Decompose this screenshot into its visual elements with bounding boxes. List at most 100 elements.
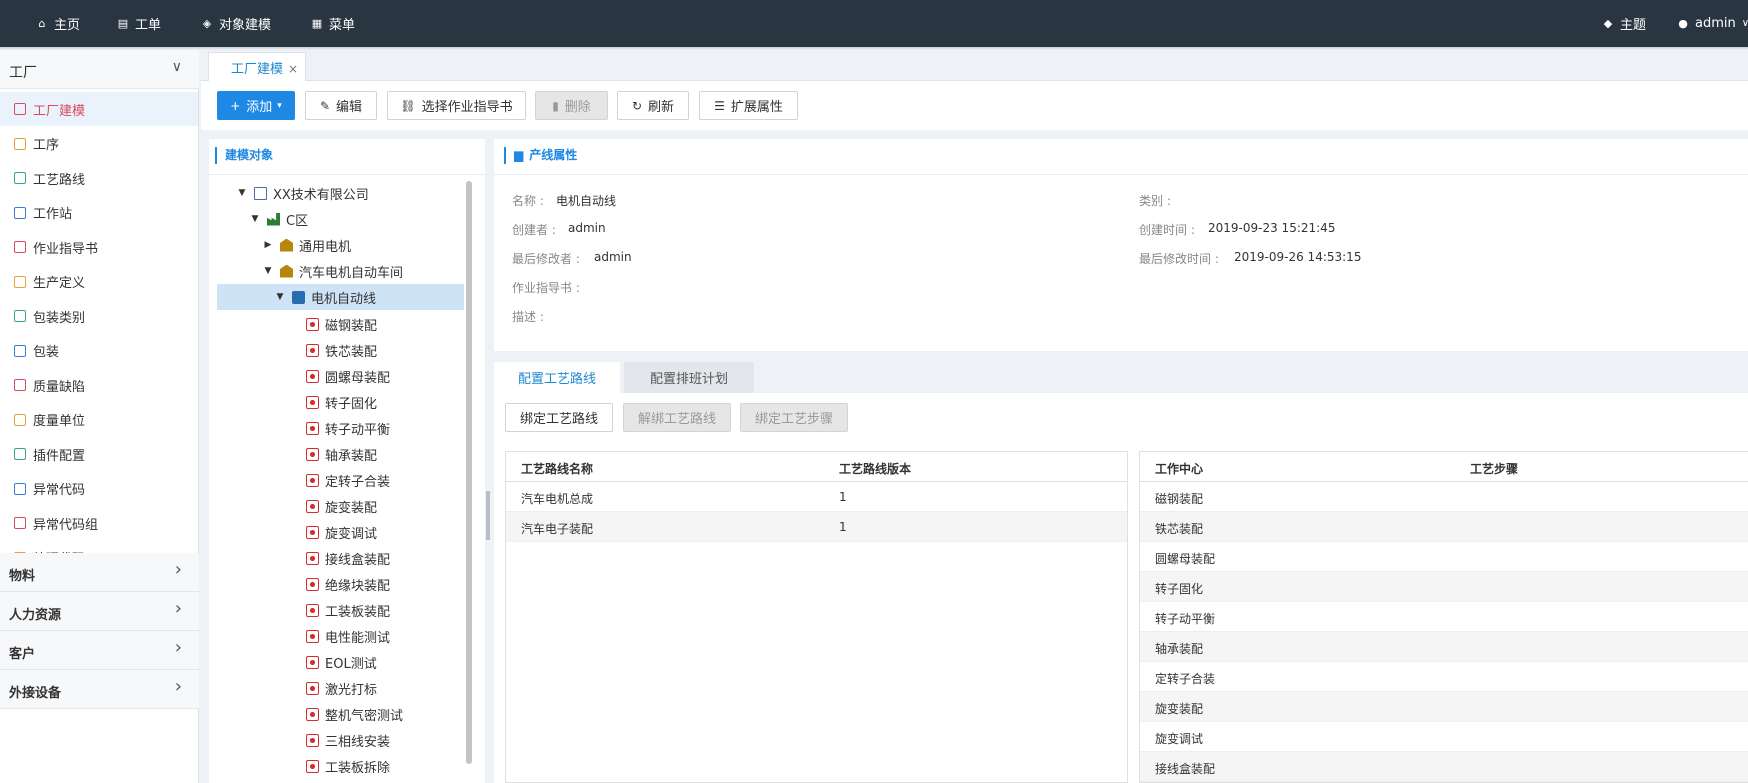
sidebar-item[interactable]: 工序 [0, 127, 198, 161]
tree-node[interactable]: 工装板拆除 [288, 753, 390, 779]
tree-node[interactable]: 绝缘块装配 [288, 571, 390, 597]
nav-user[interactable]: ● admin ∨ [1677, 0, 1748, 47]
sidebar-item[interactable]: 异常代码组 [0, 506, 198, 540]
table-row[interactable]: 旋变装配 [1140, 692, 1748, 722]
op-icon [306, 317, 319, 331]
modified-time-label: 最后修改时间 : [1139, 252, 1219, 266]
table-row[interactable]: 定转子合装 [1140, 662, 1748, 692]
sidebar-item[interactable]: 异常代码 [0, 472, 198, 506]
caret-down-icon[interactable]: ▼ [236, 188, 248, 198]
col-process-step[interactable]: 工艺步骤 [1470, 460, 1518, 477]
sidebar-item[interactable]: 质量缺陷 [0, 368, 198, 402]
tree-node[interactable]: 磁钢装配 [288, 311, 377, 337]
ext-props-button[interactable]: ☰ 扩展属性 [699, 91, 798, 120]
tree-node[interactable]: 转子动平衡 [288, 415, 390, 441]
caret-down-icon[interactable]: ▼ [249, 214, 261, 224]
menu-item-icon [14, 241, 26, 253]
created-time-label: 创建时间 : [1139, 223, 1195, 237]
sidebar-group[interactable]: 客户 › [0, 631, 199, 670]
col-route-name[interactable]: 工艺路线名称 [521, 460, 593, 477]
factory-icon [267, 212, 280, 226]
sidebar-item[interactable]: 包装 [0, 334, 198, 368]
sidebar-item[interactable]: 度量单位 [0, 403, 198, 437]
tree-node[interactable]: ▼ 电机自动线 [217, 284, 464, 310]
tree-node[interactable]: 电性能测试 [288, 623, 390, 649]
sidebar-group[interactable]: 外接设备 › [0, 670, 199, 709]
tree-node[interactable]: 激光打标 [288, 675, 377, 701]
table-row[interactable]: 接线盒装配 [1140, 752, 1748, 782]
nav-home[interactable]: ⌂ 主页 [36, 0, 81, 47]
tree-node[interactable]: 圆螺母装配 [288, 363, 390, 389]
delete-button[interactable]: ▮ 删除 [535, 91, 608, 120]
tree-node[interactable]: 轴承装配 [288, 441, 377, 467]
sidebar-group[interactable]: 物料 › [0, 553, 199, 592]
nav-orders[interactable]: ▤ 工单 [117, 0, 161, 47]
sidebar-group-factory[interactable]: 工厂 ∨ [0, 50, 199, 89]
nav-menu[interactable]: ▦ 菜单 [311, 0, 355, 47]
tree-node[interactable]: ▼ C区 [249, 206, 308, 232]
tree-node[interactable]: ▼ XX技术有限公司 [236, 180, 369, 206]
table-row[interactable]: 转子固化 [1140, 572, 1748, 602]
sidebar-item[interactable]: 工艺路线 [0, 161, 198, 195]
tree-node[interactable]: 工装板装配 [288, 597, 390, 623]
cube-icon: ◈ [202, 17, 212, 30]
sidebar-item-label: 工厂建模 [33, 103, 86, 119]
close-icon[interactable]: × [288, 62, 298, 76]
caret-down-icon[interactable]: ▼ [274, 292, 286, 302]
tree-node[interactable]: 整机气密测试 [288, 701, 403, 727]
line-icon [292, 290, 305, 304]
nav-modeling[interactable]: ◈ 对象建模 [201, 0, 271, 47]
sidebar-item[interactable]: 生产定义 [0, 265, 198, 299]
tree-node-label: 接线盒装配 [325, 552, 391, 568]
tree-node[interactable]: 转子固化 [288, 389, 377, 415]
tree-node[interactable]: 旋变装配 [288, 493, 377, 519]
sidebar-item[interactable]: 工作站 [0, 196, 198, 230]
op-icon [306, 447, 319, 461]
refresh-button[interactable]: ↻ 刷新 [617, 91, 689, 120]
table-row[interactable]: 磁钢装配 [1140, 482, 1748, 512]
tree-scrollbar[interactable] [466, 181, 472, 764]
table-row[interactable]: 汽车电子装配 1 [506, 512, 1127, 542]
tree-node-label: 激光打标 [325, 682, 378, 698]
caret-right-icon[interactable]: ▶ [262, 240, 274, 250]
bind-steps-button[interactable]: 绑定工艺步骤 [740, 403, 848, 432]
add-button[interactable]: + 添加 ▾ [217, 91, 295, 120]
select-instructions-button[interactable]: ⛓ 选择作业指导书 [387, 91, 526, 120]
nav-theme-label: 主题 [1620, 18, 1647, 33]
tree-node[interactable]: ▼ 汽车电机自动车间 [262, 258, 403, 284]
caret-down-icon[interactable]: ▼ [262, 266, 274, 276]
edit-button[interactable]: ✎ 编辑 [305, 91, 377, 120]
tree-node[interactable]: 铁芯装配 [288, 337, 377, 363]
tab-factory-modeling[interactable]: 工厂建模 × [208, 52, 306, 82]
sidebar-item[interactable]: 插件配置 [0, 437, 198, 471]
table-row[interactable]: 转子动平衡 [1140, 602, 1748, 632]
nav-theme[interactable]: ◆ 主题 [1602, 0, 1646, 47]
work-center-cell: 定转子合装 [1155, 672, 1216, 686]
tree-node[interactable]: 定转子合装 [288, 467, 390, 493]
tree-node[interactable]: 三相线安装 [288, 727, 390, 753]
table-row[interactable]: 汽车电机总成 1 [506, 482, 1127, 512]
table-row[interactable]: 圆螺母装配 [1140, 542, 1748, 572]
panel-splitter[interactable] [486, 491, 490, 540]
sidebar-item[interactable]: 包装类别 [0, 299, 198, 333]
sidebar-item[interactable]: 工厂建模 [0, 92, 198, 126]
op-icon [306, 473, 319, 487]
doc-icon [254, 186, 267, 200]
unbind-route-button[interactable]: 解绑工艺路线 [623, 403, 731, 432]
table-row[interactable]: 轴承装配 [1140, 632, 1748, 662]
col-work-center[interactable]: 工作中心 [1155, 460, 1203, 477]
tree-node-label: EOL测试 [325, 656, 377, 672]
table-row[interactable]: 旋变调试 [1140, 722, 1748, 752]
tree-node[interactable]: ▶ 通用电机 [262, 232, 351, 258]
sidebar-group[interactable]: 人力资源 › [0, 592, 199, 631]
tab-config-schedule[interactable]: 配置排班计划 [624, 362, 754, 393]
tree-node[interactable]: 接线盒装配 [288, 545, 390, 571]
bind-route-button[interactable]: 绑定工艺路线 [505, 403, 613, 432]
modified-time-value: 2019-09-26 14:53:15 [1234, 250, 1362, 264]
table-row[interactable]: 铁芯装配 [1140, 512, 1748, 542]
tab-config-route[interactable]: 配置工艺路线 [494, 362, 620, 393]
tree-node[interactable]: 旋变调试 [288, 519, 377, 545]
tree-node[interactable]: EOL测试 [288, 649, 377, 675]
sidebar-item[interactable]: 作业指导书 [0, 230, 198, 264]
col-route-version[interactable]: 工艺路线版本 [839, 460, 911, 477]
